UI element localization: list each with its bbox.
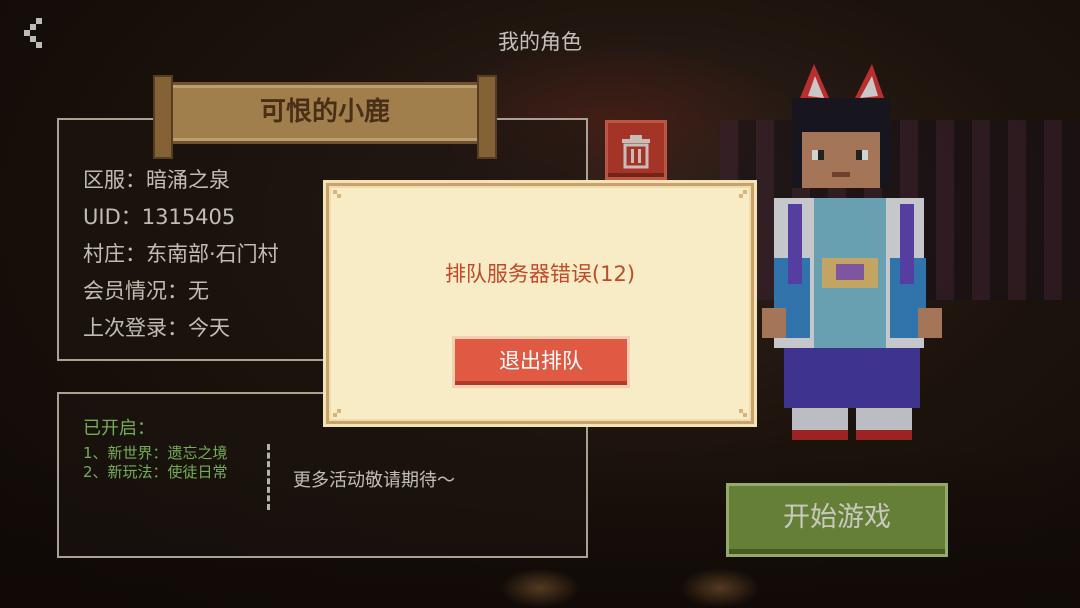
dialog-corner-decoration <box>333 409 341 417</box>
dialog-corner-decoration <box>739 409 747 417</box>
exit-queue-label: 退出排队 <box>499 349 583 373</box>
dialog-corner-decoration <box>739 190 747 198</box>
dialog-message: 排队服务器错误(12) <box>444 262 636 286</box>
dialog-corner-decoration <box>333 190 341 198</box>
queue-error-dialog: 排队服务器错误(12) 退出排队 <box>326 183 754 424</box>
exit-queue-button[interactable]: 退出排队 <box>452 336 630 388</box>
